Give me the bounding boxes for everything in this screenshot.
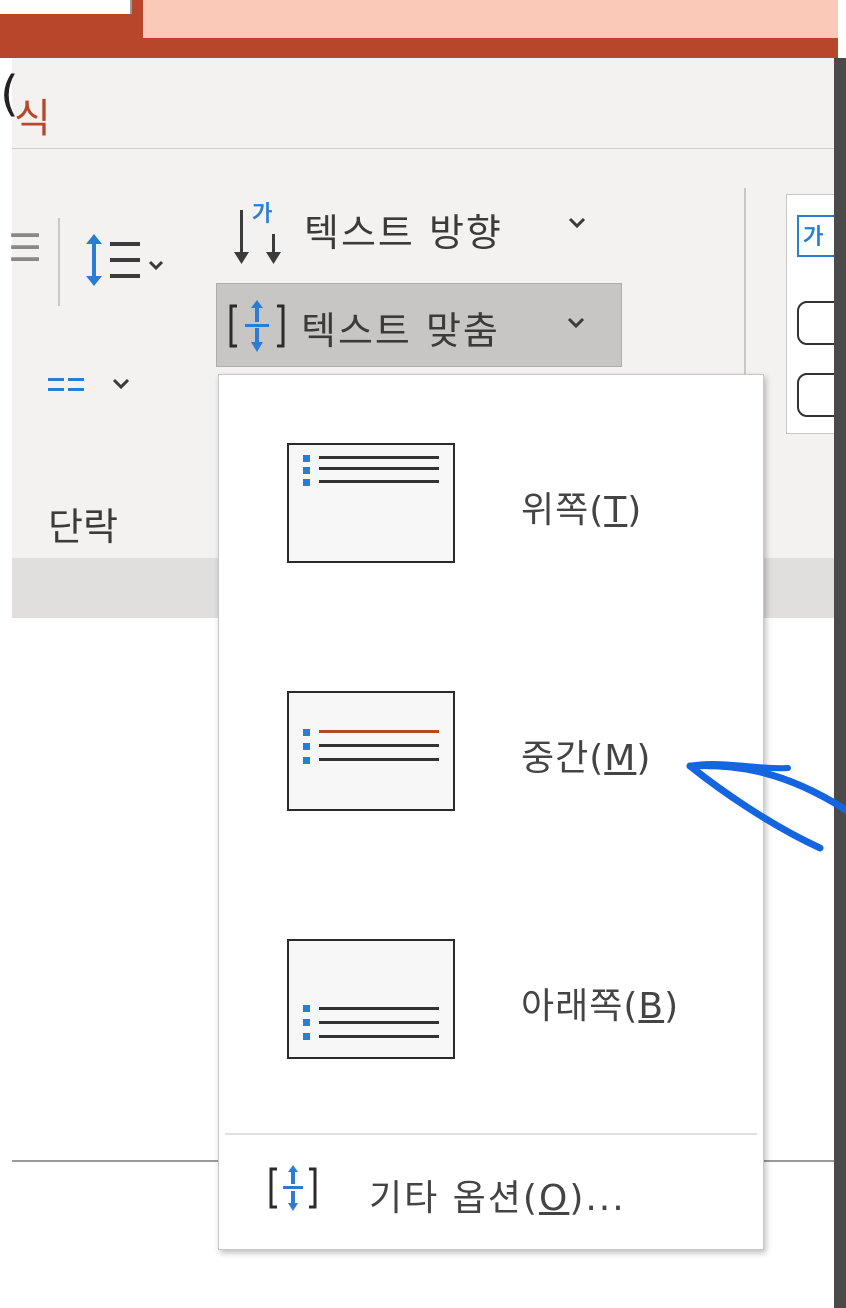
menu-item-bottom-label: 아래쪽(B) bbox=[521, 986, 680, 1027]
title-window bbox=[143, 0, 838, 38]
tabstrip-divider bbox=[12, 148, 838, 149]
title-left-border bbox=[130, 0, 132, 14]
tab-format[interactable]: 식 bbox=[14, 86, 51, 144]
menu-item-top-label: 위쪽(T) bbox=[521, 490, 643, 531]
columns-button[interactable] bbox=[46, 368, 146, 412]
columns-icon bbox=[48, 378, 130, 391]
align-top-icon bbox=[287, 443, 455, 563]
ribbon-separator bbox=[744, 188, 746, 388]
chevron-down-icon bbox=[568, 214, 586, 233]
line-spacing-icon bbox=[86, 234, 164, 286]
window-edge bbox=[834, 58, 846, 1308]
menu-item-top[interactable]: 위쪽(T) bbox=[219, 385, 763, 633]
title-left-box bbox=[0, 0, 132, 14]
menu-item-more-options[interactable]: 기타 옵션(O)... bbox=[219, 1135, 763, 1249]
line-spacing-button[interactable] bbox=[84, 230, 170, 294]
align-middle-icon bbox=[287, 691, 455, 811]
align-bottom-icon bbox=[287, 939, 455, 1059]
text-align-label: 텍스트 맞춤 bbox=[301, 309, 500, 353]
paragraph-group-label: 단락 bbox=[48, 505, 118, 549]
text-align-icon bbox=[269, 1165, 317, 1211]
text-direction-button[interactable]: 가 텍스트 방향 bbox=[232, 196, 612, 270]
text-direction-glyph: 가 bbox=[252, 202, 273, 227]
menu-item-bottom[interactable]: 아래쪽(B) bbox=[219, 881, 763, 1129]
text-direction-label: 텍스트 방향 bbox=[304, 211, 503, 255]
align-justify-icon[interactable]: ☰ bbox=[8, 226, 42, 270]
annotation-arrow bbox=[686, 761, 846, 852]
menu-item-middle-label: 중간(M) bbox=[521, 738, 652, 779]
chevron-down-icon bbox=[567, 314, 585, 333]
more-options-label: 기타 옵션(O)... bbox=[369, 1178, 626, 1219]
text-align-icon bbox=[229, 300, 285, 352]
ribbon-separator bbox=[58, 218, 60, 306]
shape-gallery[interactable]: 가 bbox=[786, 194, 846, 434]
text-align-button[interactable]: 텍스트 맞춤 bbox=[216, 283, 622, 367]
textbox-shape-glyph: 가 bbox=[803, 225, 824, 250]
